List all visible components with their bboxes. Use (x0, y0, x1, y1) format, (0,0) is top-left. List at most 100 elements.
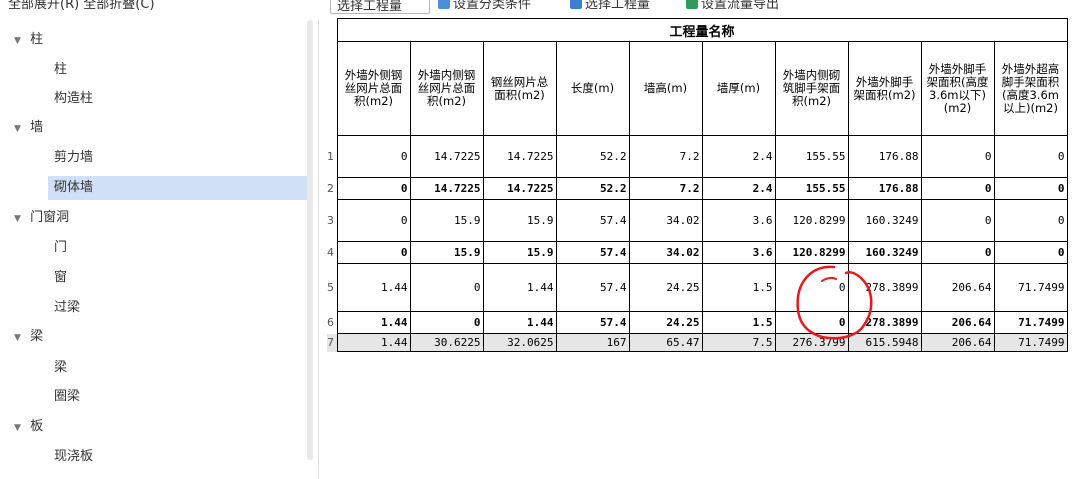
column-header[interactable]: 外墙外侧钢丝网片总面积(m2) (336, 41, 411, 136)
tree-item-column[interactable]: 柱 (48, 58, 310, 82)
table-cell[interactable]: 0 (993, 135, 1068, 178)
tree-item-masonry-wall[interactable]: 砌体墙 (48, 176, 310, 200)
quantity-combo[interactable]: 选择工程量 (330, 0, 430, 14)
table-cell[interactable]: 15.9 (409, 241, 484, 264)
table-cell[interactable]: 7.2 (628, 177, 703, 200)
table-cell[interactable]: 1.44 (336, 333, 411, 352)
set-classify-button[interactable]: 设置分类条件 (438, 0, 531, 12)
table-cell[interactable]: 176.88 (847, 135, 922, 178)
table-cell[interactable]: 14.7225 (482, 177, 557, 200)
table-cell[interactable]: 0 (993, 241, 1068, 264)
table-cell[interactable]: 0 (920, 177, 995, 200)
table-row[interactable]: 7 1.44 30.6225 32.0625 167 65.47 7.5 276.3799 61… (327, 333, 1068, 352)
table-cell[interactable]: 71.7499 (993, 333, 1068, 352)
tree-category-beam[interactable]: ▼ 梁 (14, 325, 43, 349)
table-cell[interactable]: 2.4 (701, 177, 776, 200)
table-cell[interactable]: 1.44 (482, 263, 557, 312)
table-cell[interactable]: 160.3249 (847, 241, 922, 264)
table-cell[interactable]: 30.6225 (409, 333, 484, 352)
table-cell[interactable]: 71.7499 (993, 263, 1068, 312)
table-cell[interactable]: 14.7225 (409, 177, 484, 200)
table-cell[interactable]: 3.6 (701, 241, 776, 264)
tree-item-window[interactable]: 窗 (48, 266, 310, 290)
table-cell[interactable]: 176.88 (847, 177, 922, 200)
table-cell[interactable]: 167 (555, 333, 630, 352)
table-cell[interactable]: 155.55 (774, 177, 849, 200)
table-cell[interactable]: 1.44 (336, 311, 411, 334)
tree-category-wall[interactable]: ▼ 墙 (14, 116, 43, 140)
table-cell[interactable]: 120.8299 (774, 241, 849, 264)
table-row[interactable]: 2 0 14.7225 14.7225 52.2 7.2 2.4 155.55 176.88 0 0 (327, 177, 1068, 200)
table-cell[interactable]: 0 (920, 135, 995, 178)
table-cell[interactable]: 34.02 (628, 199, 703, 242)
column-header[interactable]: 外墙外脚手架面积(高度3.6m以下)(m2) (920, 41, 995, 136)
table-cell[interactable]: 206.64 (920, 311, 995, 334)
table-cell[interactable]: 1.44 (482, 311, 557, 334)
table-cell[interactable]: 0 (920, 199, 995, 242)
table-cell[interactable]: 34.02 (628, 241, 703, 264)
table-cell[interactable]: 1.44 (336, 263, 411, 312)
table-cell[interactable]: 57.4 (555, 263, 630, 312)
table-cell[interactable]: 0 (993, 177, 1068, 200)
export-button[interactable]: 设置流量导出 (686, 0, 779, 12)
table-cell[interactable]: 0 (774, 311, 849, 334)
expand-collapse-links[interactable]: 全部展开(R) 全部折叠(C) (8, 0, 155, 12)
column-header[interactable]: 外墙内侧钢丝网片总面积(m2) (409, 41, 484, 136)
table-cell[interactable]: 52.2 (555, 177, 630, 200)
tree-item-cast-slab[interactable]: 现浇板 (48, 445, 310, 469)
tree-category-column[interactable]: ▼ 柱 (14, 28, 43, 52)
table-cell[interactable]: 0 (336, 135, 411, 178)
table-cell[interactable]: 1.5 (701, 263, 776, 312)
table-cell[interactable]: 0 (409, 311, 484, 334)
table-row[interactable]: 5 1.44 0 1.44 57.4 24.25 1.5 0 278.3899 206.64 71.… (327, 263, 1068, 312)
table-cell[interactable]: 24.25 (628, 263, 703, 312)
table-cell[interactable]: 57.4 (555, 241, 630, 264)
table-cell[interactable]: 155.55 (774, 135, 849, 178)
table-cell[interactable]: 14.7225 (409, 135, 484, 178)
column-header[interactable]: 钢丝网片总面积(m2) (482, 41, 557, 136)
table-cell[interactable]: 0 (336, 177, 411, 200)
table-cell[interactable]: 65.47 (628, 333, 703, 352)
table-cell[interactable]: 278.3899 (847, 263, 922, 312)
table-cell[interactable]: 24.25 (628, 311, 703, 334)
table-cell[interactable]: 276.3799 (774, 333, 849, 352)
table-cell[interactable]: 278.3899 (847, 311, 922, 334)
table-cell[interactable]: 1.5 (701, 311, 776, 334)
table-cell[interactable]: 15.9 (482, 199, 557, 242)
table-cell[interactable]: 0 (336, 199, 411, 242)
table-row[interactable]: 1 0 14.7225 14.7225 52.2 7.2 2.4 155.55 176.88 0 0 (327, 135, 1068, 178)
tree-item-shear-wall[interactable]: 剪力墙 (48, 146, 310, 170)
table-cell[interactable]: 0 (336, 241, 411, 264)
table-cell[interactable]: 206.64 (920, 333, 995, 352)
table-cell[interactable]: 7.2 (628, 135, 703, 178)
table-cell[interactable]: 57.4 (555, 311, 630, 334)
tree-item-ring-beam[interactable]: 圈梁 (48, 385, 310, 409)
table-cell[interactable]: 3.6 (701, 199, 776, 242)
table-cell[interactable]: 0 (993, 199, 1068, 242)
column-header[interactable]: 外墙外超高脚手架面积(高度3.6m以上)(m2) (993, 41, 1068, 136)
table-cell[interactable]: 160.3249 (847, 199, 922, 242)
table-cell[interactable]: 0 (409, 263, 484, 312)
column-header[interactable]: 长度(m) (555, 41, 630, 136)
table-row[interactable]: 3 0 15.9 15.9 57.4 34.02 3.6 120.8299 160.3249 0 0 (327, 199, 1068, 242)
table-cell[interactable]: 57.4 (555, 199, 630, 242)
column-header[interactable]: 外墙内侧砌筑脚手架面积(m2) (774, 41, 849, 136)
tree-item-constructional-column[interactable]: 构造柱 (48, 87, 310, 111)
tree-item-beam[interactable]: 梁 (48, 356, 310, 380)
tree-item-lintel[interactable]: 过梁 (48, 296, 310, 320)
table-cell[interactable]: 206.64 (920, 263, 995, 312)
column-header[interactable]: 墙高(m) (628, 41, 703, 136)
table-cell[interactable]: 120.8299 (774, 199, 849, 242)
table-cell[interactable]: 2.4 (701, 135, 776, 178)
table-row[interactable]: 4 0 15.9 15.9 57.4 34.02 3.6 120.8299 160.3249 0 0 (327, 241, 1068, 264)
table-cell[interactable]: 15.9 (409, 199, 484, 242)
table-cell[interactable]: 52.2 (555, 135, 630, 178)
table-cell[interactable]: 32.0625 (482, 333, 557, 352)
table-cell[interactable]: 7.5 (701, 333, 776, 352)
tree-category-openings[interactable]: ▼ 门窗洞 (14, 206, 69, 230)
table-row[interactable]: 6 1.44 0 1.44 57.4 24.25 1.5 0 278.3899 206.64 71.… (327, 311, 1068, 334)
column-header[interactable]: 外墙外脚手架面积(m2) (847, 41, 922, 136)
table-cell[interactable]: 0 (774, 263, 849, 312)
select-quantity-button[interactable]: 选择工程量 (570, 0, 650, 12)
table-cell[interactable]: 0 (920, 241, 995, 264)
